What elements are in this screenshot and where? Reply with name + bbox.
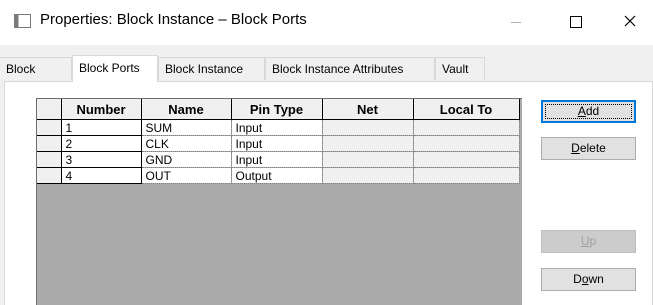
minimize-button[interactable] bbox=[493, 0, 539, 44]
tab-label: Block Instance Attributes bbox=[272, 62, 404, 76]
cell-local-to[interactable] bbox=[413, 167, 520, 184]
title-bar: Properties: Block Instance – Block Ports bbox=[0, 0, 653, 45]
ports-grid[interactable]: Number Name Pin Type Net Local To 1 SUM … bbox=[36, 98, 522, 305]
cell-number[interactable]: 1 bbox=[61, 119, 142, 136]
cell-name[interactable]: GND bbox=[141, 151, 232, 168]
tab-label: Block Instance bbox=[165, 62, 244, 76]
cell-pin-type[interactable]: Input bbox=[231, 151, 323, 168]
tab-strip: Block Block Ports Block Instance Block I… bbox=[0, 55, 653, 82]
minimize-icon bbox=[511, 21, 521, 23]
tab-block[interactable]: Block bbox=[0, 57, 72, 80]
row-header[interactable] bbox=[37, 167, 62, 184]
cell-name[interactable]: OUT bbox=[141, 167, 232, 184]
row-header[interactable] bbox=[37, 135, 62, 152]
close-button[interactable] bbox=[607, 0, 653, 44]
up-button-label: Up bbox=[580, 234, 597, 248]
up-button[interactable]: Up bbox=[541, 230, 636, 253]
grid-header-row: Number Name Pin Type Net Local To bbox=[37, 99, 520, 120]
tab-label: Block Ports bbox=[79, 61, 140, 75]
close-icon bbox=[624, 15, 636, 30]
cell-local-to[interactable] bbox=[413, 119, 520, 136]
cell-name[interactable]: CLK bbox=[141, 135, 232, 152]
maximize-icon bbox=[570, 16, 582, 28]
cell-net[interactable] bbox=[322, 167, 414, 184]
cell-net[interactable] bbox=[322, 119, 414, 136]
tab-block-instance[interactable]: Block Instance bbox=[158, 57, 265, 80]
cell-net[interactable] bbox=[322, 151, 414, 168]
delete-button[interactable]: Delete bbox=[541, 137, 636, 160]
down-button[interactable]: Down bbox=[541, 268, 636, 291]
add-button[interactable]: Add bbox=[541, 100, 636, 123]
maximize-button[interactable] bbox=[553, 0, 599, 44]
cell-number[interactable]: 2 bbox=[61, 135, 142, 152]
cell-local-to[interactable] bbox=[413, 151, 520, 168]
ports-table: Number Name Pin Type Net Local To 1 SUM … bbox=[37, 99, 520, 184]
cell-pin-type[interactable]: Input bbox=[231, 135, 323, 152]
down-button-label: Down bbox=[573, 272, 604, 286]
window-title: Properties: Block Instance – Block Ports bbox=[40, 11, 307, 28]
cell-pin-type[interactable]: Output bbox=[231, 167, 323, 184]
cell-local-to[interactable] bbox=[413, 135, 520, 152]
column-header-net[interactable]: Net bbox=[322, 99, 414, 120]
column-header-local-to[interactable]: Local To bbox=[413, 99, 520, 120]
row-header[interactable] bbox=[37, 119, 62, 136]
cell-net[interactable] bbox=[322, 135, 414, 152]
window-app-icon bbox=[14, 14, 31, 28]
cell-name[interactable]: SUM bbox=[141, 119, 232, 136]
cell-pin-type[interactable]: Input bbox=[231, 119, 323, 136]
tab-block-ports[interactable]: Block Ports bbox=[72, 55, 158, 82]
tab-block-instance-attributes[interactable]: Block Instance Attributes bbox=[265, 57, 435, 80]
table-row[interactable]: 2 CLK Input bbox=[37, 135, 520, 152]
table-row[interactable]: 3 GND Input bbox=[37, 151, 520, 168]
tab-label: Vault bbox=[442, 62, 469, 76]
tab-label: Block bbox=[6, 62, 36, 76]
table-row[interactable]: 4 OUT Output bbox=[37, 167, 520, 184]
tab-vault[interactable]: Vault bbox=[435, 57, 485, 80]
cell-number[interactable]: 4 bbox=[61, 167, 142, 184]
row-header[interactable] bbox=[37, 151, 62, 168]
delete-button-label: Delete bbox=[571, 141, 606, 155]
column-header-pin-type[interactable]: Pin Type bbox=[231, 99, 323, 120]
grid-corner bbox=[37, 99, 62, 120]
column-header-name[interactable]: Name bbox=[141, 99, 232, 120]
add-button-label: Add bbox=[577, 104, 600, 118]
cell-number[interactable]: 3 bbox=[61, 151, 142, 168]
column-header-number[interactable]: Number bbox=[61, 99, 142, 120]
table-row[interactable]: 1 SUM Input bbox=[37, 119, 520, 136]
